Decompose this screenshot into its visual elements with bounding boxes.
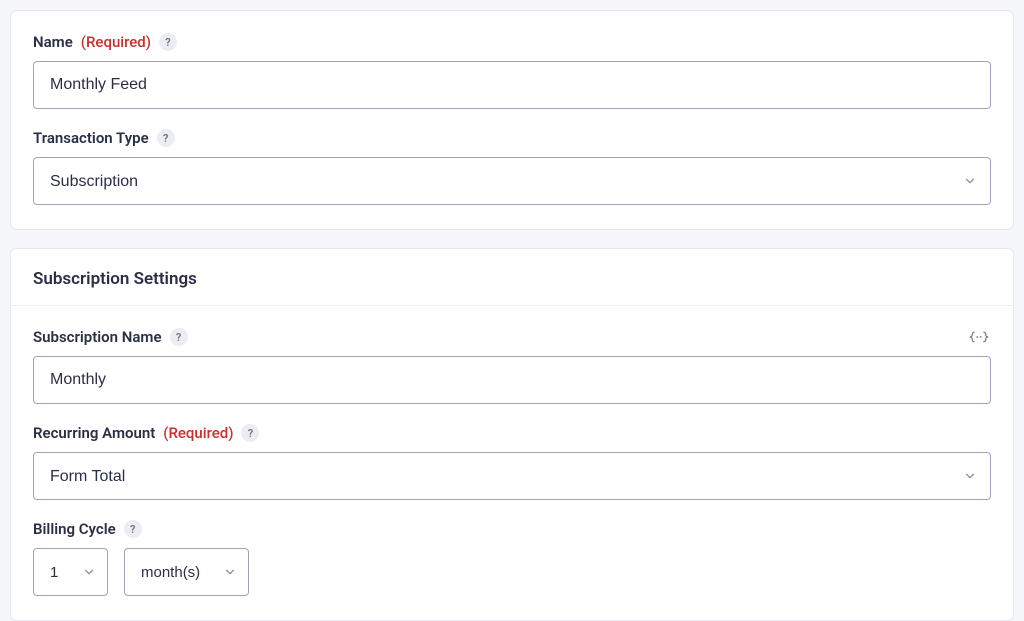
- transaction-type-select[interactable]: Subscription: [33, 157, 991, 205]
- recurring-amount-help-icon[interactable]: ?: [241, 424, 259, 442]
- merge-tags-icon[interactable]: [967, 328, 991, 346]
- subscription-settings-panel: Subscription Settings Subscription Name …: [10, 248, 1014, 621]
- billing-unit-select-wrap: month(s): [124, 548, 249, 596]
- transaction-type-select-wrap: Subscription: [33, 157, 991, 205]
- recurring-amount-label: Recurring Amount: [33, 424, 155, 442]
- billing-interval-select-wrap: 1: [33, 548, 108, 596]
- name-input[interactable]: [33, 61, 991, 109]
- billing-unit-select[interactable]: month(s): [124, 548, 249, 596]
- billing-cycle-field: Billing Cycle ? 1 month(s): [33, 520, 991, 596]
- name-help-icon[interactable]: ?: [159, 33, 177, 51]
- billing-interval-select[interactable]: 1: [33, 548, 108, 596]
- billing-cycle-row: 1 month(s): [33, 548, 991, 596]
- name-required-marker: (Required): [81, 33, 151, 51]
- recurring-amount-select-wrap: Form Total: [33, 452, 991, 500]
- subscription-name-field: Subscription Name ?: [33, 328, 991, 404]
- transaction-type-label: Transaction Type: [33, 129, 149, 147]
- subscription-name-help-icon[interactable]: ?: [170, 328, 188, 346]
- billing-cycle-help-icon[interactable]: ?: [124, 520, 142, 538]
- transaction-type-field: Transaction Type ? Subscription: [33, 129, 991, 205]
- subscription-settings-title: Subscription Settings: [11, 249, 1013, 306]
- name-field: Name (Required) ?: [33, 33, 991, 109]
- feed-details-panel: Name (Required) ? Transaction Type ? Sub…: [10, 10, 1014, 230]
- recurring-amount-required-marker: (Required): [163, 424, 233, 442]
- transaction-type-help-icon[interactable]: ?: [157, 129, 175, 147]
- name-label: Name: [33, 33, 73, 51]
- recurring-amount-field: Recurring Amount (Required) ? Form Total: [33, 424, 991, 500]
- subscription-name-input[interactable]: [33, 356, 991, 404]
- subscription-name-label: Subscription Name: [33, 328, 162, 346]
- recurring-amount-select[interactable]: Form Total: [33, 452, 991, 500]
- billing-cycle-label: Billing Cycle: [33, 520, 116, 538]
